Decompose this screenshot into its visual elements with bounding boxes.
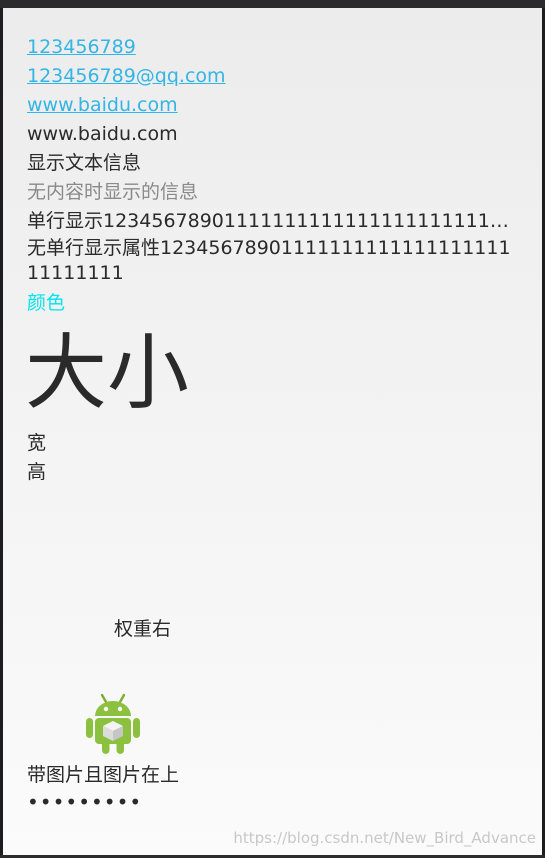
height-text: 高 [27,461,47,483]
image-top-button[interactable]: 带图片且图片在上 [27,692,195,792]
email-link[interactable]: 123456789@qq.com [27,65,226,87]
hint-text: 无内容时显示的信息 [27,181,199,203]
weight-right-text: 权重右 [114,618,172,640]
watermark-text: https://blog.csdn.net/New_Bird_Advance [233,829,536,847]
width-text: 宽 [27,432,47,454]
window-top-bar [0,0,545,8]
single-line-text: 单行显示123456789011111111111111111111111111 [27,210,513,232]
display-text: 显示文本信息 [27,152,142,174]
multi-line-text: 无单行显示属性123456789011111111111111111111111… [27,237,511,284]
phone-link[interactable]: 123456789 [27,36,136,58]
android-robot-icon [86,693,140,754]
color-text: 颜色 [27,292,66,314]
password-field[interactable] [27,792,187,812]
size-text: 大小 [25,326,190,421]
web-plain-text: www.baidu.com [27,123,178,145]
image-top-button-label: 带图片且图片在上 [27,764,180,786]
app-screen: 123456789 123456789@qq.com www.baidu.com… [3,8,542,855]
web-link[interactable]: www.baidu.com [27,94,178,116]
